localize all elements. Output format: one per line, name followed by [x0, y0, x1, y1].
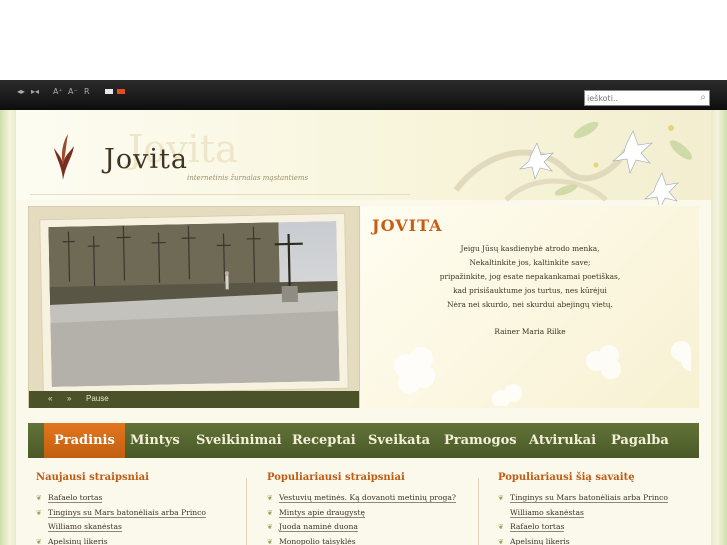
popular-this-week-column: Populiariausi šią savaitę ❦ Tinginys su M… — [498, 465, 720, 545]
leaf-icon: ❦ — [267, 494, 273, 502]
leaf-icon: ❦ — [267, 508, 273, 517]
quote-line: pripažinkite, jog esate nepakankamai poe… — [439, 272, 621, 281]
image-slideshow: « » Pause — [28, 206, 360, 408]
list-item[interactable]: Williamo skanėstas — [36, 520, 258, 535]
list-item[interactable]: ❦ Juoda naminė duona — [267, 520, 489, 535]
article-list: ❦ Tinginys su Mars batonėliais arba Princ… — [498, 491, 720, 545]
slide-next-button[interactable]: » — [67, 394, 71, 403]
site-header: Jovita Jovita internetinis žurnalas mąst… — [16, 110, 711, 205]
top-blank-area — [0, 0, 727, 80]
font-decrease-button[interactable]: A⁻ — [68, 87, 78, 96]
collapse-icon[interactable]: ▸◂ — [31, 87, 39, 96]
quote-line: Jeigu Jūsų kasdienybė atrodo menka, — [460, 244, 600, 253]
column-divider — [246, 478, 247, 545]
list-item[interactable]: ❦ Rafaelo tortas — [498, 520, 720, 535]
floral-decoration — [453, 121, 693, 205]
list-item[interactable]: ❦ Tinginys su Mars batonėliais arba Princ… — [36, 506, 258, 521]
column-divider — [478, 478, 479, 545]
flag-icon[interactable] — [105, 89, 113, 94]
flag-icon[interactable] — [117, 89, 125, 94]
nav-item-sveikata[interactable]: Sveikata — [368, 423, 430, 458]
list-item[interactable]: ❦ Rafaelo tortas — [36, 491, 258, 506]
latest-articles-column: Naujausi straipsniai ❦ Rafaelo tortas ❦ Ti… — [36, 465, 258, 545]
quote-panel: JOVITA Jeigu Jūsų kasdienybė atrodo menk… — [361, 206, 699, 408]
nav-item-pagalba[interactable]: Pagalba — [611, 423, 669, 458]
list-item[interactable]: ❦ Vestuvių metinės. Ką dovanoti metinių p… — [267, 491, 489, 506]
faded-flowers-decoration — [394, 341, 691, 406]
quote-line: Nėra nei skurdo, nei skurdui abejingų vi… — [447, 300, 613, 309]
site-tagline: internetinis žurnalas mąstantiems — [187, 174, 309, 182]
main-navigation: Pradinis Mintys Sveikinimai Receptai Sve… — [28, 423, 699, 458]
search-icon[interactable]: ⌕ — [700, 92, 706, 104]
leaf-icon: ❦ — [498, 494, 504, 502]
hill-of-crosses-photo — [48, 221, 340, 387]
quote-title: JOVITA — [372, 216, 443, 235]
popular-articles-column: Populiariausi straipsniai ❦ Vestuvių meti… — [267, 465, 489, 545]
leaf-icon: ❦ — [498, 523, 504, 531]
slide-prev-button[interactable]: « — [48, 394, 52, 403]
nav-item-pramogos[interactable]: Pramogos — [444, 423, 517, 458]
quote-line: kad prisišauktume jos turtus, nes kūrėju… — [453, 286, 607, 295]
list-item[interactable]: ❦ Apelsinų likeris — [36, 535, 258, 545]
page-container: Jovita Jovita internetinis žurnalas mąst… — [16, 110, 711, 545]
left-floral-border — [0, 110, 16, 545]
leaf-icon: ❦ — [36, 537, 42, 545]
nav-item-atvirukai[interactable]: Atvirukai — [529, 423, 596, 458]
article-list: ❦ Vestuvių metinės. Ką dovanoti metinių p… — [267, 491, 489, 545]
font-increase-button[interactable]: A⁺ — [53, 87, 63, 96]
nav-item-mintys[interactable]: Mintys — [130, 423, 180, 458]
search-box: ⌕ — [584, 90, 710, 106]
list-item[interactable]: ❦ Monopolio taisyklės — [267, 535, 489, 545]
list-item[interactable]: Williamo skanėstas — [498, 506, 720, 521]
nav-item-receptai[interactable]: Receptai — [292, 423, 356, 458]
leaf-icon: ❦ — [267, 537, 273, 545]
expand-icon[interactable]: ◂▸ — [17, 87, 25, 96]
column-title: Populiariausi šią savaitę — [498, 472, 635, 483]
quote-line: Nekaltinkite jos, kaltinkite save; — [469, 258, 591, 267]
leaf-icon: ❦ — [267, 523, 273, 531]
search-input[interactable] — [587, 92, 691, 104]
tulip-logo-icon — [54, 134, 74, 180]
article-list: ❦ Rafaelo tortas ❦ Tinginys su Mars batonė… — [36, 491, 258, 545]
list-item[interactable]: ❦ Apelsinų likeris — [498, 535, 720, 545]
header-divider — [30, 194, 410, 195]
nav-item-pradinis[interactable]: Pradinis — [44, 423, 125, 458]
list-item[interactable]: ❦ Mintys apie draugystę — [267, 506, 489, 521]
column-title: Naujausi straipsniai — [36, 472, 149, 483]
slideshow-controls: « » Pause — [29, 391, 359, 408]
column-title: Populiariausi straipsniai — [267, 472, 405, 483]
leaf-icon: ❦ — [498, 537, 504, 545]
nav-item-sveikinimai[interactable]: Sveikinimai — [196, 423, 282, 458]
font-reset-button[interactable]: R — [84, 87, 90, 96]
site-logo[interactable]: Jovita — [104, 144, 188, 175]
leaf-icon: ❦ — [36, 508, 42, 517]
slide-pause-button[interactable]: Pause — [86, 394, 109, 403]
leaf-icon: ❦ — [36, 494, 42, 502]
photo-frame — [39, 212, 349, 396]
list-item[interactable]: ❦ Tinginys su Mars batonėliais arba Princ… — [498, 491, 720, 506]
slide-image[interactable] — [48, 221, 340, 387]
